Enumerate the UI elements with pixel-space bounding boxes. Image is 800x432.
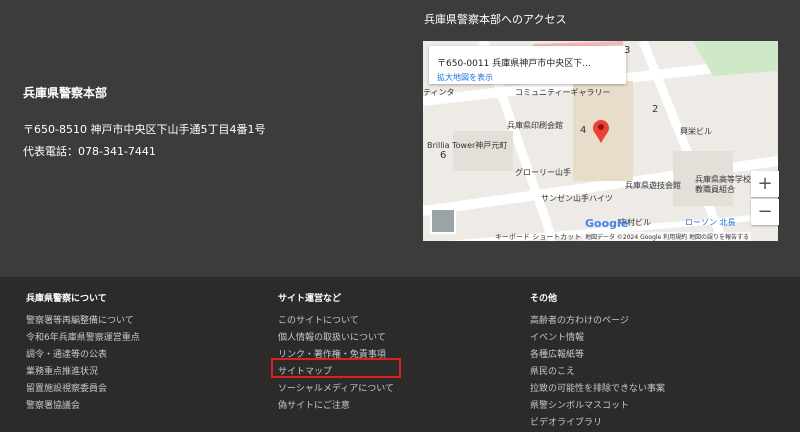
- footer-link[interactable]: 偽サイトにご注意: [278, 398, 394, 415]
- footer-link[interactable]: 業務重点推進状況: [26, 364, 140, 381]
- footer-link[interactable]: このサイトについて: [278, 313, 394, 330]
- embedded-map[interactable]: 〒650-0011 兵庫県神戸市中央区下... 拡大地図を表示 ティンタ コミュ…: [423, 41, 778, 241]
- footer-col-title: 兵庫県警察について: [26, 294, 107, 304]
- footer-link[interactable]: ソーシャルメディアについて: [278, 381, 394, 398]
- map-label: コミュニティーギャラリー: [515, 88, 611, 97]
- map-card-address: 〒650-0011 兵庫県神戸市中央区下...: [437, 59, 591, 69]
- footer-link[interactable]: 県民のこえ: [530, 364, 665, 381]
- footer-link[interactable]: 個人情報の取扱いについて: [278, 330, 394, 347]
- map-number: 4: [580, 125, 587, 136]
- enlarge-map-link[interactable]: 拡大地図を表示: [437, 72, 493, 83]
- map-number: 3: [624, 45, 631, 56]
- map-label: グローリー山手: [515, 168, 571, 177]
- access-title: 兵庫県警察本部へのアクセス: [424, 13, 567, 26]
- map-label: ティンタ: [423, 88, 455, 97]
- map-label: 兵庫県遊技会館: [625, 181, 681, 190]
- map-label: 兵庫県印刷会館: [507, 121, 563, 130]
- footer-col-title: サイト運営など: [278, 294, 342, 304]
- map-label: 興栄ビル: [680, 127, 712, 136]
- footer-link[interactable]: 拉致の可能性を排除できない事案: [530, 381, 665, 398]
- org-address: 〒650-8510 神戸市中央区下山手通5丁目4番1号: [23, 123, 266, 136]
- top-section: 兵庫県警察本部 〒650-8510 神戸市中央区下山手通5丁目4番1号 代表電話…: [0, 0, 800, 277]
- map-label: ローソン 北長: [685, 218, 736, 227]
- footer-link[interactable]: 令和6年兵庫県警察運営重点: [26, 330, 140, 347]
- footer-col-title: その他: [530, 294, 558, 304]
- zoom-out-button[interactable]: −: [751, 199, 779, 225]
- map-number: 6: [440, 150, 447, 161]
- street-view-thumb[interactable]: [430, 208, 456, 234]
- footer-col-about: 兵庫県警察について 警察署等再編整備について 令和6年兵庫県警察運営重点 調令・…: [26, 291, 140, 415]
- footer-link[interactable]: イベント情報: [530, 330, 665, 347]
- footer-col-other: その他 高齢者の方わけのページ イベント情報 各種広報紙等 県民のこえ 拉致の可…: [530, 291, 665, 432]
- footer-link[interactable]: 調令・通達等の公表: [26, 347, 140, 364]
- footer-link[interactable]: 高齢者の方わけのページ: [530, 313, 665, 330]
- zoom-in-button[interactable]: +: [751, 171, 779, 197]
- footer-link[interactable]: 留置施設視察委員会: [26, 381, 140, 398]
- map-number: 2: [652, 104, 659, 115]
- footer-link[interactable]: 警察署等再編整備について: [26, 313, 140, 330]
- map-label: サンゼン山手ハイツ: [541, 194, 613, 203]
- footer-link[interactable]: 県警シンボルマスコット: [530, 398, 665, 415]
- footer-link[interactable]: 各種広報紙等: [530, 347, 665, 364]
- map-attribution[interactable]: 地図データ ©2024 Google 利用規約 地図の誤りを報告する: [583, 232, 752, 241]
- sitemap-highlight-box: [271, 358, 401, 378]
- footer-col-site: サイト運営など このサイトについて 個人情報の取扱いについて リンク・著作権・免…: [278, 291, 394, 415]
- org-phone: 代表電話：078-341-7441: [23, 145, 156, 158]
- google-logo: Google: [585, 217, 629, 230]
- footer-link[interactable]: ビデオライブラリ: [530, 415, 665, 432]
- footer-link[interactable]: 警察署協議会: [26, 398, 140, 415]
- keyboard-shortcuts[interactable]: キーボード ショートカット: [495, 232, 581, 241]
- org-name: 兵庫県警察本部: [23, 86, 108, 100]
- map-info-card: 〒650-0011 兵庫県神戸市中央区下... 拡大地図を表示: [429, 46, 626, 84]
- map-label: 教職員組合: [695, 185, 735, 194]
